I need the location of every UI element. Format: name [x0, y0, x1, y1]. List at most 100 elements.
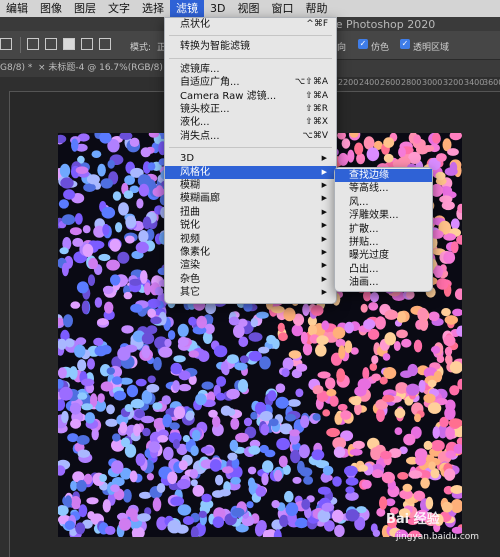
stylize-submenu-item[interactable]: 等高线...	[335, 182, 432, 195]
menu-view[interactable]: 视图	[231, 0, 265, 17]
pixel-dot	[413, 134, 421, 144]
pixel-dot	[177, 504, 192, 516]
pixel-dot	[276, 437, 290, 451]
pixel-dot	[303, 476, 314, 485]
pixel-dot	[107, 159, 115, 169]
pixel-dot	[247, 466, 257, 475]
menu-3d[interactable]: 3D	[204, 0, 231, 17]
filter-menu-item[interactable]: 转换为智能滤镜	[165, 40, 336, 53]
tab-untitled-4[interactable]: × 未标题-4 @ 16.7%(RGB/8) *	[38, 60, 170, 77]
filter-menu-item[interactable]: 锐化 ▶	[165, 219, 336, 232]
pixel-dot	[101, 206, 116, 219]
filter-menu-item[interactable]: 消失点... ⌥⌘V	[165, 130, 336, 143]
filter-menu-item[interactable]: 扭曲 ▶	[165, 206, 336, 219]
stylize-submenu-item[interactable]: 拼贴...	[335, 236, 432, 249]
pixel-dot	[198, 510, 207, 518]
filter-menu-item[interactable]: 镜头校正... ⇧⌘R	[165, 103, 336, 116]
pixel-dot	[368, 302, 379, 311]
pixel-dot	[200, 446, 214, 454]
menu-select[interactable]: 选择	[136, 0, 170, 17]
menu-type[interactable]: 文字	[102, 0, 136, 17]
pixel-dot	[284, 413, 297, 422]
stylize-submenu-item[interactable]: 油画...	[335, 276, 432, 289]
pixel-dot	[302, 303, 310, 316]
new-selection-icon[interactable]	[27, 38, 39, 50]
watermark-site: jingyan.baidu.com	[396, 532, 480, 542]
pixel-dot	[441, 200, 455, 211]
pixel-dot	[289, 429, 300, 437]
stylize-submenu-item[interactable]: 浮雕效果...	[335, 209, 432, 222]
intersect-selection-icon[interactable]	[81, 38, 93, 50]
menu-image[interactable]: 图像	[34, 0, 68, 17]
pixel-dot	[97, 393, 105, 403]
pixel-dot	[124, 235, 135, 244]
filter-menu-item[interactable]: 模糊 ▶	[165, 179, 336, 192]
pixel-dot	[135, 241, 149, 254]
pixel-dot	[433, 370, 443, 383]
pixel-dot	[191, 429, 201, 442]
pixel-dot	[395, 382, 409, 394]
pixel-dot	[260, 423, 270, 436]
pixel-dot	[284, 490, 294, 503]
pixel-dot	[301, 498, 311, 510]
options-square-icon[interactable]	[0, 38, 12, 50]
pixel-dot	[432, 345, 441, 354]
transparency-checkbox-icon[interactable]: ✓	[400, 39, 410, 49]
pixel-dot	[209, 459, 222, 472]
pixel-dot	[155, 185, 164, 196]
stylize-submenu-item[interactable]: 扩散...	[335, 223, 432, 236]
pixel-dot	[77, 392, 88, 400]
filter-menu-item[interactable]: 像素化 ▶	[165, 246, 336, 259]
stylize-submenu-item[interactable]: 查找边缘	[335, 169, 432, 182]
pixel-dot	[248, 332, 263, 342]
filter-menu-item[interactable]: 渲染 ▶	[165, 259, 336, 272]
filter-menu-item[interactable]: 点状化 ^⌘F	[165, 18, 336, 31]
ruler-label: 3000	[422, 78, 443, 87]
pixel-dot	[415, 454, 427, 466]
filter-menu-item[interactable]: 自适应广角... ⌥⇧⌘A	[165, 76, 336, 89]
filter-menu-item[interactable]: 液化... ⇧⌘X	[165, 116, 336, 129]
stylize-submenu: 查找边缘 等高线... 风... 浮雕效果... 扩散... 拼贴... 曝光过度 凸出...…	[334, 167, 433, 292]
submenu-arrow-icon: ▶	[321, 248, 327, 256]
filter-menu-item[interactable]: 杂色 ▶	[165, 273, 336, 286]
stylize-submenu-item[interactable]: 凸出...	[335, 263, 432, 276]
dither-checkbox-icon[interactable]: ✓	[358, 39, 368, 49]
pixel-dot	[371, 373, 381, 382]
filter-menu-item[interactable]: 其它 ▶	[165, 286, 336, 299]
pixel-dot	[140, 415, 155, 424]
submenu-arrow-icon: ▶	[321, 261, 327, 270]
pixel-dot	[69, 366, 78, 380]
pixel-dot	[363, 290, 372, 302]
pixel-dot	[271, 500, 280, 509]
menu-help[interactable]: 帮助	[299, 0, 333, 17]
submenu-arrow-icon: ▶	[321, 288, 327, 297]
stylize-submenu-item[interactable]: 风...	[335, 196, 432, 209]
stylize-submenu-item[interactable]: 曝光过度	[335, 249, 432, 262]
filter-menu-item[interactable]: 模糊画廊 ▶	[165, 192, 336, 205]
pixel-dot	[443, 335, 456, 347]
pixel-dot	[313, 385, 324, 394]
pixel-dot	[428, 311, 440, 322]
pixel-dot	[146, 383, 160, 393]
menu-window[interactable]: 窗口	[265, 0, 299, 17]
filter-menu-item[interactable]: Camera Raw 滤镜... ⇧⌘A	[165, 90, 336, 103]
add-selection-icon[interactable]	[45, 38, 57, 50]
transparency-label: 透明区域	[413, 43, 450, 53]
menu-edit[interactable]: 编辑	[0, 0, 34, 17]
pixel-dot	[91, 428, 99, 441]
menu-filter[interactable]: 滤镜	[170, 0, 204, 17]
pixel-dot	[147, 375, 156, 384]
filter-menu-item[interactable]: 3D ▶	[165, 152, 336, 165]
filter-menu-item[interactable]: 滤镜库...	[165, 63, 336, 76]
menu-layer[interactable]: 图层	[68, 0, 102, 17]
options-mode-icon[interactable]	[99, 38, 111, 50]
subtract-selection-icon[interactable]	[63, 38, 75, 50]
pixel-dot	[148, 441, 161, 453]
filter-menu-item[interactable]: 视频 ▶	[165, 233, 336, 246]
pixel-dot	[248, 445, 261, 455]
pixel-dot	[106, 404, 115, 415]
tab-previous[interactable]: G8/8) *	[0, 60, 32, 77]
filter-menu-item[interactable]: 风格化 ▶	[165, 165, 336, 179]
pixel-dot	[86, 497, 99, 505]
pixel-dot	[443, 251, 456, 264]
